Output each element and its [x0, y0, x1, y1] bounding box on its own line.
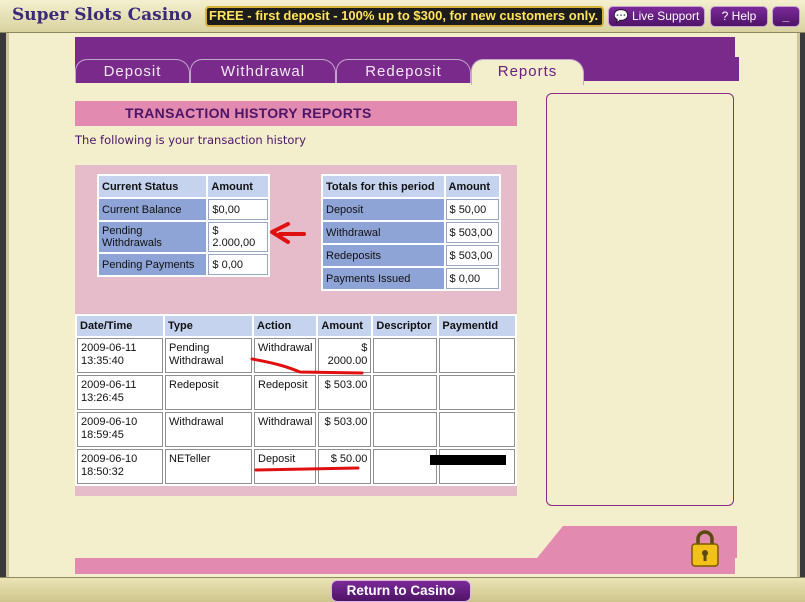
totals-label: Withdrawal	[323, 222, 444, 243]
status-header-amount: Amount	[208, 176, 268, 197]
tx-type-line2: Withdrawal	[169, 355, 224, 367]
app-title: Super Slots Casino	[12, 5, 192, 25]
status-label: Pending Payments	[99, 254, 207, 275]
tx-type-line1: Pending	[169, 342, 210, 354]
totals-value: $ 503,00	[445, 245, 499, 266]
tx-time: 13:35:40	[81, 355, 124, 367]
tx-amount: $ 503.00	[318, 412, 372, 447]
tab-withdrawal[interactable]: Withdrawal	[190, 59, 336, 83]
totals-label: Redeposits	[323, 245, 444, 266]
tx-descriptor	[373, 338, 438, 373]
totals-label: Deposit	[323, 199, 444, 220]
totals-header-amount: Amount	[445, 176, 499, 197]
tx-header-paymentid: PaymentId	[439, 316, 515, 336]
status-value: $0,00	[208, 199, 268, 220]
totals-value: $ 0,00	[445, 268, 499, 289]
top-banner-strip	[75, 37, 735, 57]
totals-row: Redeposits $ 503,00	[323, 245, 499, 266]
report-header: TRANSACTION HISTORY REPORTS	[75, 101, 517, 126]
tx-action: Redeposit	[254, 375, 317, 410]
tx-date: 2009-06-10	[81, 453, 138, 465]
status-row: Pending Payments $ 0,00	[99, 254, 268, 275]
tx-amount-line1: $	[361, 342, 368, 354]
tx-amount: $2000.00	[318, 338, 372, 373]
tx-paymentid	[439, 449, 515, 484]
tx-header-type: Type	[165, 316, 252, 336]
tab-redeposit[interactable]: Redeposit	[336, 59, 471, 83]
tx-type: NETeller	[165, 449, 252, 484]
status-value: $ 0,00	[208, 254, 268, 275]
tx-time: 18:59:45	[81, 429, 124, 441]
status-label: Pending Withdrawals	[99, 222, 207, 252]
return-to-casino-button[interactable]: Return to Casino	[331, 580, 471, 602]
tx-paymentid	[439, 338, 515, 373]
live-support-button[interactable]: 💬 Live Support	[608, 6, 705, 27]
main-frame: Deposit Withdrawal Redeposit Reports TRA…	[6, 33, 800, 577]
tx-type: Redeposit	[165, 375, 252, 410]
table-row: 2009-06-11 13:35:40 Pending Withdrawal Wit…	[77, 338, 515, 373]
status-row: Pending Withdrawals $ 2.000,00	[99, 222, 268, 252]
tx-amount-line2: 2000.00	[327, 355, 368, 367]
reports-content: TRANSACTION HISTORY REPORTS The followin…	[75, 81, 518, 545]
title-bar: Super Slots Casino FREE - first deposit …	[0, 0, 805, 33]
minimize-button[interactable]: _	[772, 6, 800, 27]
tx-datetime: 2009-06-11 13:35:40	[77, 338, 163, 373]
help-button[interactable]: ? Help	[710, 6, 768, 27]
tab-deposit[interactable]: Deposit	[75, 59, 190, 83]
report-subtitle: The following is your transaction histor…	[75, 133, 306, 147]
status-header-label: Current Status	[99, 176, 207, 197]
tx-action: Withdrawal	[254, 338, 317, 373]
table-row: 2009-06-10 18:59:45 Withdrawal Withdrawal…	[77, 412, 515, 447]
status-row: Current Balance $0,00	[99, 199, 268, 220]
tx-date: 2009-06-11	[81, 379, 137, 391]
totals-row: Withdrawal $ 503,00	[323, 222, 499, 243]
totals-label: Payments Issued	[323, 268, 444, 289]
summary-panel: Current Status Amount Current Balance $0…	[75, 165, 517, 311]
live-support-label: Live Support	[631, 9, 700, 23]
totals-table: Totals for this period Amount Deposit $ …	[321, 174, 501, 291]
current-status-table: Current Status Amount Current Balance $0…	[97, 174, 270, 277]
tx-header-action: Action	[254, 316, 317, 336]
footer-strip	[75, 558, 735, 574]
totals-row: Deposit $ 50,00	[323, 199, 499, 220]
tx-header-amount: Amount	[318, 316, 372, 336]
table-row: 2009-06-11 13:26:45 Redeposit Redeposit $…	[77, 375, 515, 410]
tx-datetime: 2009-06-10 18:59:45	[77, 412, 163, 447]
bottom-bar: Return to Casino	[0, 577, 805, 602]
tx-action: Withdrawal	[254, 412, 317, 447]
tx-paymentid	[439, 412, 515, 447]
lock-icon	[691, 530, 719, 567]
transactions-table: Date/Time Type Action Amount Descriptor …	[75, 314, 517, 486]
tx-type: Pending Withdrawal	[165, 338, 252, 373]
tx-date: 2009-06-10	[81, 416, 138, 428]
tx-time: 18:50:32	[81, 466, 124, 478]
totals-header-label: Totals for this period	[323, 176, 444, 197]
tx-header-descriptor: Descriptor	[373, 316, 438, 336]
promo-marquee[interactable]: FREE - first deposit - 100% up to $300, …	[205, 6, 604, 27]
tx-datetime: 2009-06-10 18:50:32	[77, 449, 163, 484]
totals-value: $ 503,00	[445, 222, 499, 243]
tx-paymentid	[439, 375, 515, 410]
tx-type: Withdrawal	[165, 412, 252, 447]
tx-amount: $ 503.00	[318, 375, 372, 410]
table-row: 2009-06-10 18:50:32 NETeller Deposit $ 50…	[77, 449, 515, 484]
tx-header-date: Date/Time	[77, 316, 163, 336]
tx-time: 13:26:45	[81, 392, 124, 404]
status-label: Current Balance	[99, 199, 207, 220]
chat-bubble-icon: 💬	[613, 9, 629, 23]
side-panel	[546, 93, 734, 506]
tx-descriptor	[373, 375, 438, 410]
totals-value: $ 50,00	[445, 199, 499, 220]
tx-date: 2009-06-11	[81, 342, 137, 354]
tx-action: Deposit	[254, 449, 317, 484]
status-value: $ 2.000,00	[208, 222, 268, 252]
tx-amount: $ 50.00	[318, 449, 372, 484]
tx-datetime: 2009-06-11 13:26:45	[77, 375, 163, 410]
tx-descriptor	[373, 412, 438, 447]
transactions-panel: Date/Time Type Action Amount Descriptor …	[75, 311, 517, 496]
tx-descriptor	[373, 449, 438, 484]
totals-row: Payments Issued $ 0,00	[323, 268, 499, 289]
